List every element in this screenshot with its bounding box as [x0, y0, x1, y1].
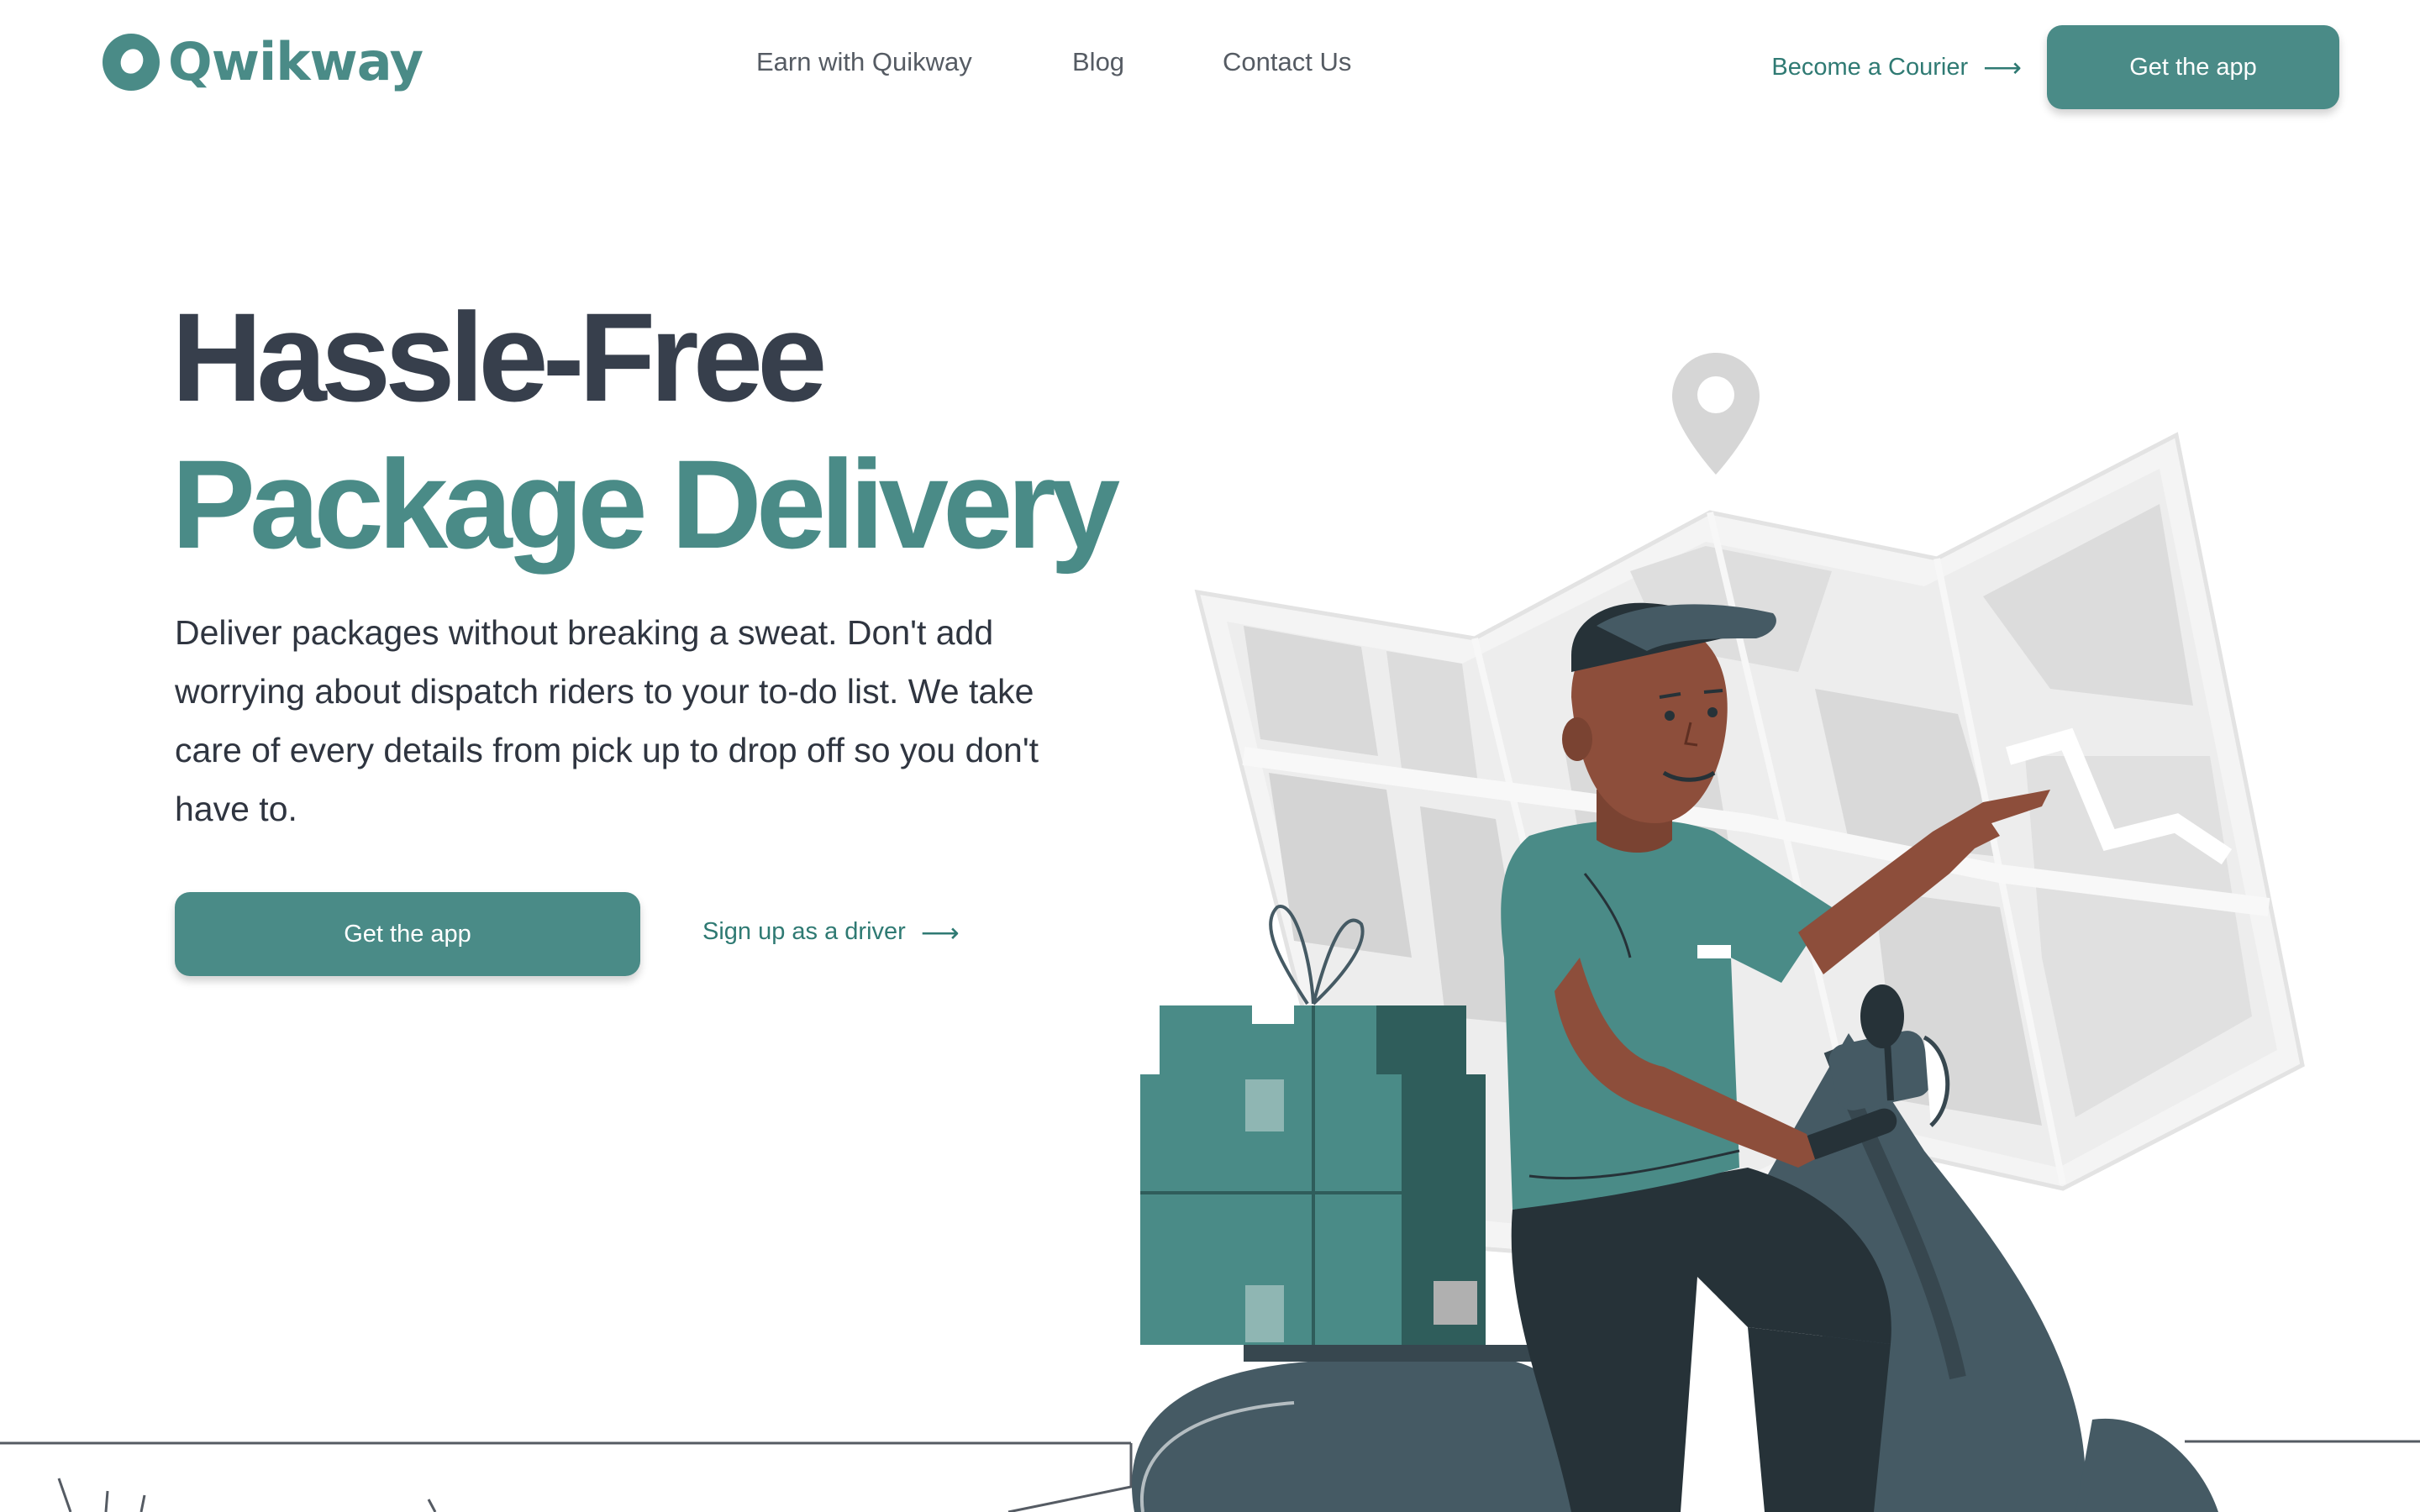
hero-title-line1: Hassle-Free	[171, 286, 827, 428]
courier-on-scooter-illustration	[1131, 353, 2305, 1512]
arrow-right-icon: ⟶	[1983, 52, 2022, 82]
nav-item-earn[interactable]: Earn with Quikway	[756, 47, 972, 77]
landing-page: Qwikway Earn with Quikway Blog Contact U…	[0, 0, 2420, 1512]
map-pin-icon	[1672, 353, 1760, 475]
sign-up-driver-link[interactable]: Sign up as a driver ⟶	[702, 918, 960, 946]
become-courier-label: Become a Courier	[1771, 53, 1969, 81]
nav-item-contact[interactable]: Contact Us	[1223, 47, 1351, 77]
nav-item-blog[interactable]: Blog	[1072, 47, 1124, 77]
hero-title-line2: Package Delivery	[171, 433, 1120, 575]
arrow-right-icon: ⟶	[920, 916, 960, 948]
hero-description: Deliver packages without breaking a swea…	[175, 613, 1039, 828]
sign-up-driver-label: Sign up as a driver	[702, 918, 906, 945]
header-get-app-button[interactable]: Get the app	[2047, 25, 2339, 109]
become-courier-link[interactable]: Become a Courier ⟶	[1771, 54, 2022, 81]
header-actions: Become a Courier ⟶ Get the app	[1771, 25, 2339, 109]
hero-get-app-button[interactable]: Get the app	[175, 892, 640, 976]
